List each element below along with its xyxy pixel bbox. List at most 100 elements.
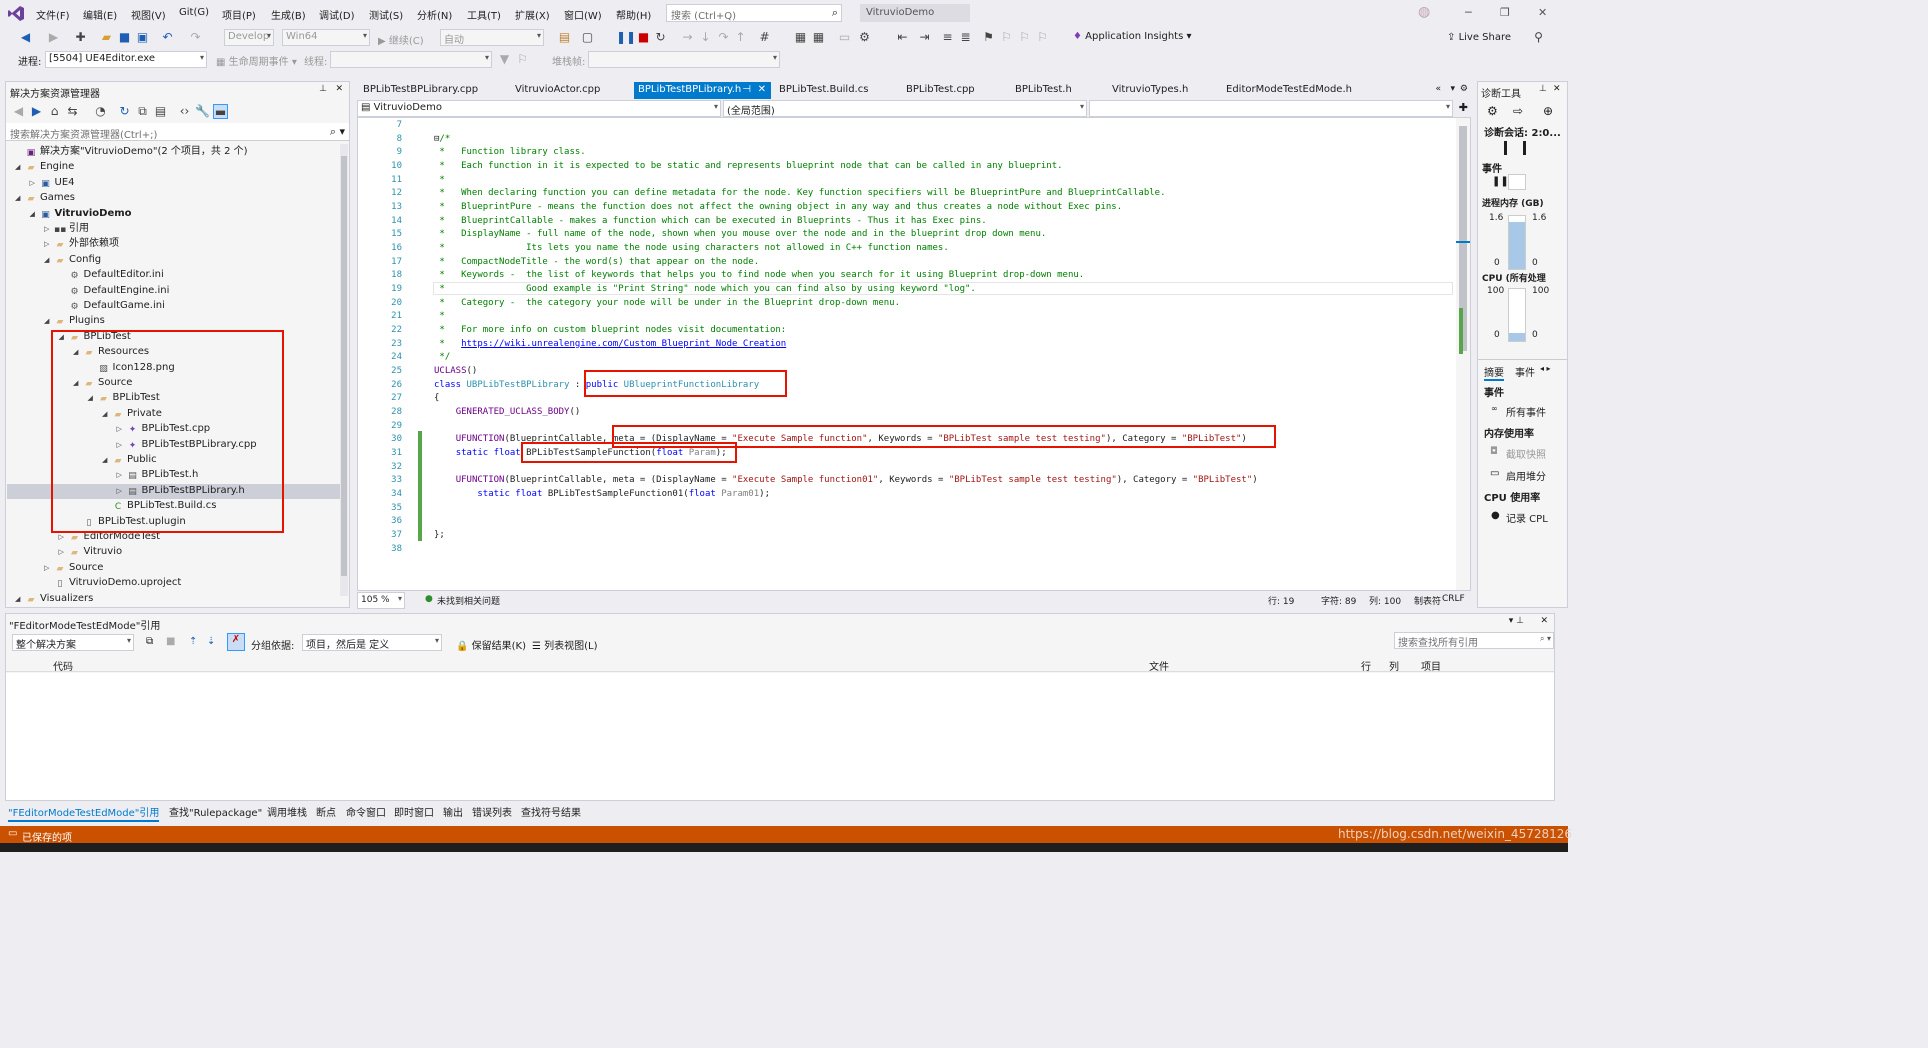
next-bookmark-icon[interactable]: ⚐ [1017, 30, 1032, 45]
eol-indicator[interactable]: CRLF [1442, 594, 1465, 604]
tabs-indicator[interactable]: 制表符 [1414, 594, 1441, 607]
show-all-files-icon[interactable]: ▤ [153, 104, 168, 119]
feedback-icon[interactable]: ⚲ [1531, 30, 1546, 45]
auto-dropdown[interactable]: 自动 ▾ [440, 29, 544, 46]
scope-dropdown[interactable]: 整个解决方案 ▾ [12, 634, 134, 651]
show-next-statement-icon[interactable]: → [680, 30, 695, 45]
snapshot-button[interactable]: 截取快照 [1506, 446, 1546, 461]
tab-references[interactable]: "FEditorModeTestEdMode"引用 [8, 804, 160, 822]
code-line[interactable]: * BlueprintPure - means the function doe… [434, 202, 1122, 212]
stop-icon[interactable]: ■ [636, 30, 651, 45]
tab-command-window[interactable]: 命令窗口 [346, 804, 386, 819]
expanded-arrow-icon[interactable]: ◢ [15, 592, 25, 607]
code-line[interactable]: * When declaring function you can define… [434, 188, 1165, 198]
scope-dropdown[interactable]: (全局范围) ▾ [723, 100, 1087, 117]
step-out-icon[interactable]: ↑ [733, 30, 748, 45]
tab-editormodetestedmode-h[interactable]: EditorModeTestEdMode.h [1222, 82, 1356, 99]
home-icon[interactable]: ⌂ [47, 104, 62, 119]
tab-bplibtest-cpp[interactable]: BPLibTest.cpp [902, 82, 979, 99]
save-icon[interactable]: ■ [117, 30, 132, 45]
rebuild-icon[interactable]: ▦ [811, 30, 826, 45]
pin-icon[interactable]: ▾ ⊥ [1509, 616, 1524, 626]
redo-icon[interactable]: ↷ [188, 30, 203, 45]
tab-call-stack[interactable]: 调用堆栈 [267, 804, 307, 819]
code-line[interactable]: }; [434, 530, 445, 540]
collapsed-arrow-icon[interactable]: ▷ [59, 545, 69, 560]
format-icon[interactable]: ⇤ [895, 30, 910, 45]
browse-icon[interactable]: ▤ [557, 30, 572, 45]
menu-edit[interactable]: 编辑(E) [83, 7, 117, 22]
code-line[interactable]: * DisplayName - full name of the node, s… [434, 229, 1046, 239]
zoom-in-icon[interactable]: ⊕ [1543, 104, 1553, 118]
stop-search-icon[interactable]: ■ [166, 636, 175, 647]
pause-icon[interactable]: ❚❚ [616, 30, 636, 45]
expanded-arrow-icon[interactable]: ◢ [15, 191, 25, 206]
tree-folder[interactable]: ◢ ▰ Engine [15, 159, 74, 174]
code-line[interactable]: * BlueprintCallable - makes a function w… [434, 216, 986, 226]
close-panel-icon[interactable]: ✕ [335, 84, 343, 94]
tree-folder[interactable]: ◢ ▰ Config [44, 252, 101, 267]
tab-arrows-icon[interactable]: ◂ ▸ [1540, 364, 1551, 373]
close-icon[interactable]: ✕ [1538, 6, 1547, 19]
menu-project[interactable]: 项目(P) [222, 7, 256, 22]
uncomment-icon[interactable]: ≣ [958, 30, 973, 45]
code-line[interactable]: * Category - the category your node will… [434, 298, 900, 308]
code-line[interactable]: * Keywords - the list of keywords that h… [434, 270, 1084, 280]
clear-filter-icon[interactable]: ✗ [227, 633, 245, 651]
tree-item[interactable]: ⚙ DefaultEngine.ini [59, 283, 169, 298]
tab-bplibtest-h[interactable]: BPLibTest.h [1011, 82, 1076, 99]
col-code[interactable]: 代码 [53, 658, 73, 673]
close-panel-icon[interactable]: ✕ [1540, 616, 1548, 626]
tree-item[interactable]: ▷ ▣ UE4 [30, 175, 75, 190]
prev-result-icon[interactable]: ⇡ [189, 636, 197, 647]
copy-icon[interactable]: ⧉ [146, 636, 153, 647]
record-cpu-button[interactable]: 记录 CPL [1506, 510, 1548, 525]
collapsed-arrow-icon[interactable]: ▷ [44, 222, 54, 237]
clear-bookmarks-icon[interactable]: ⚐ [1035, 30, 1050, 45]
editor-scrollbar[interactable] [1456, 118, 1470, 590]
clean-icon[interactable]: ▭ [837, 30, 852, 45]
next-result-icon[interactable]: ⇣ [207, 636, 215, 647]
expanded-arrow-icon[interactable]: ◢ [15, 160, 25, 175]
menu-analyze[interactable]: 分析(N) [417, 7, 452, 22]
scroll-tabs-icon[interactable]: « [1435, 84, 1441, 94]
tree-item[interactable]: ▷ ▰ 外部依赖项 [44, 236, 119, 251]
close-panel-icon[interactable]: ✕ [1553, 84, 1561, 94]
tab-list-icon[interactable]: ▾ [1450, 84, 1455, 94]
col-project[interactable]: 项目 [1421, 658, 1441, 673]
save-all-icon[interactable]: ▣ [135, 30, 150, 45]
code-view-icon[interactable]: ‹› [177, 104, 192, 119]
restart-icon[interactable]: ↻ [653, 30, 668, 45]
switch-views-icon[interactable]: ⇆ [65, 104, 80, 119]
code-editor[interactable]: 7 8 ⊟/* 9 * Function library class. 10 * Eac… [357, 117, 1471, 591]
project-dropdown[interactable]: ▤ VitruvioDemo ▾ [357, 100, 721, 117]
tab-immediate-window[interactable]: 即时窗口 [394, 804, 434, 819]
col-line[interactable]: 行 [1361, 658, 1371, 673]
forward-icon[interactable]: ▶ [46, 30, 61, 45]
back-icon[interactable]: ◀ [11, 104, 26, 119]
menu-build[interactable]: 生成(B) [271, 7, 306, 22]
pending-changes-filter-icon[interactable]: ◔ [93, 104, 108, 119]
thread-dropdown[interactable]: ▾ [330, 51, 492, 68]
tab-error-list[interactable]: 错误列表 [472, 804, 512, 819]
tab-bplibtestbplibrary-cpp[interactable]: BPLibTestBPLibrary.cpp [359, 82, 482, 99]
code-line[interactable]: ⊟/* [434, 134, 450, 144]
pause-icon[interactable]: ❚❚ [1492, 176, 1509, 187]
tab-breakpoints[interactable]: 断点 [316, 804, 336, 819]
code-line[interactable]: * https://wiki.unrealengine.com/Custom_B… [434, 339, 786, 349]
close-tab-icon[interactable]: ✕ [758, 84, 766, 95]
menu-window[interactable]: 窗口(W) [564, 7, 602, 22]
group-by-dropdown[interactable]: 项目，然后是 定义 ▾ [302, 634, 442, 651]
solution-explorer-scrollbar[interactable] [340, 144, 348, 596]
filter-icon[interactable]: ▼ [497, 52, 512, 67]
tree-folder[interactable]: ◢ ▰ Plugins [44, 313, 105, 328]
forward-icon[interactable]: ▶ [29, 104, 44, 119]
continue-button[interactable]: ▶ 继续(C) [378, 32, 424, 47]
collapsed-arrow-icon[interactable]: ▷ [44, 561, 54, 576]
menu-debug[interactable]: 调试(D) [319, 7, 355, 22]
tab-summary[interactable]: 摘要 [1484, 364, 1504, 381]
config-manager-icon[interactable]: ⚙ [857, 30, 872, 45]
stack-frame-dropdown[interactable]: ▾ [588, 51, 780, 68]
zoom-dropdown[interactable]: 105 % ▾ [357, 592, 405, 609]
preview-icon[interactable]: ▬ [213, 104, 228, 119]
